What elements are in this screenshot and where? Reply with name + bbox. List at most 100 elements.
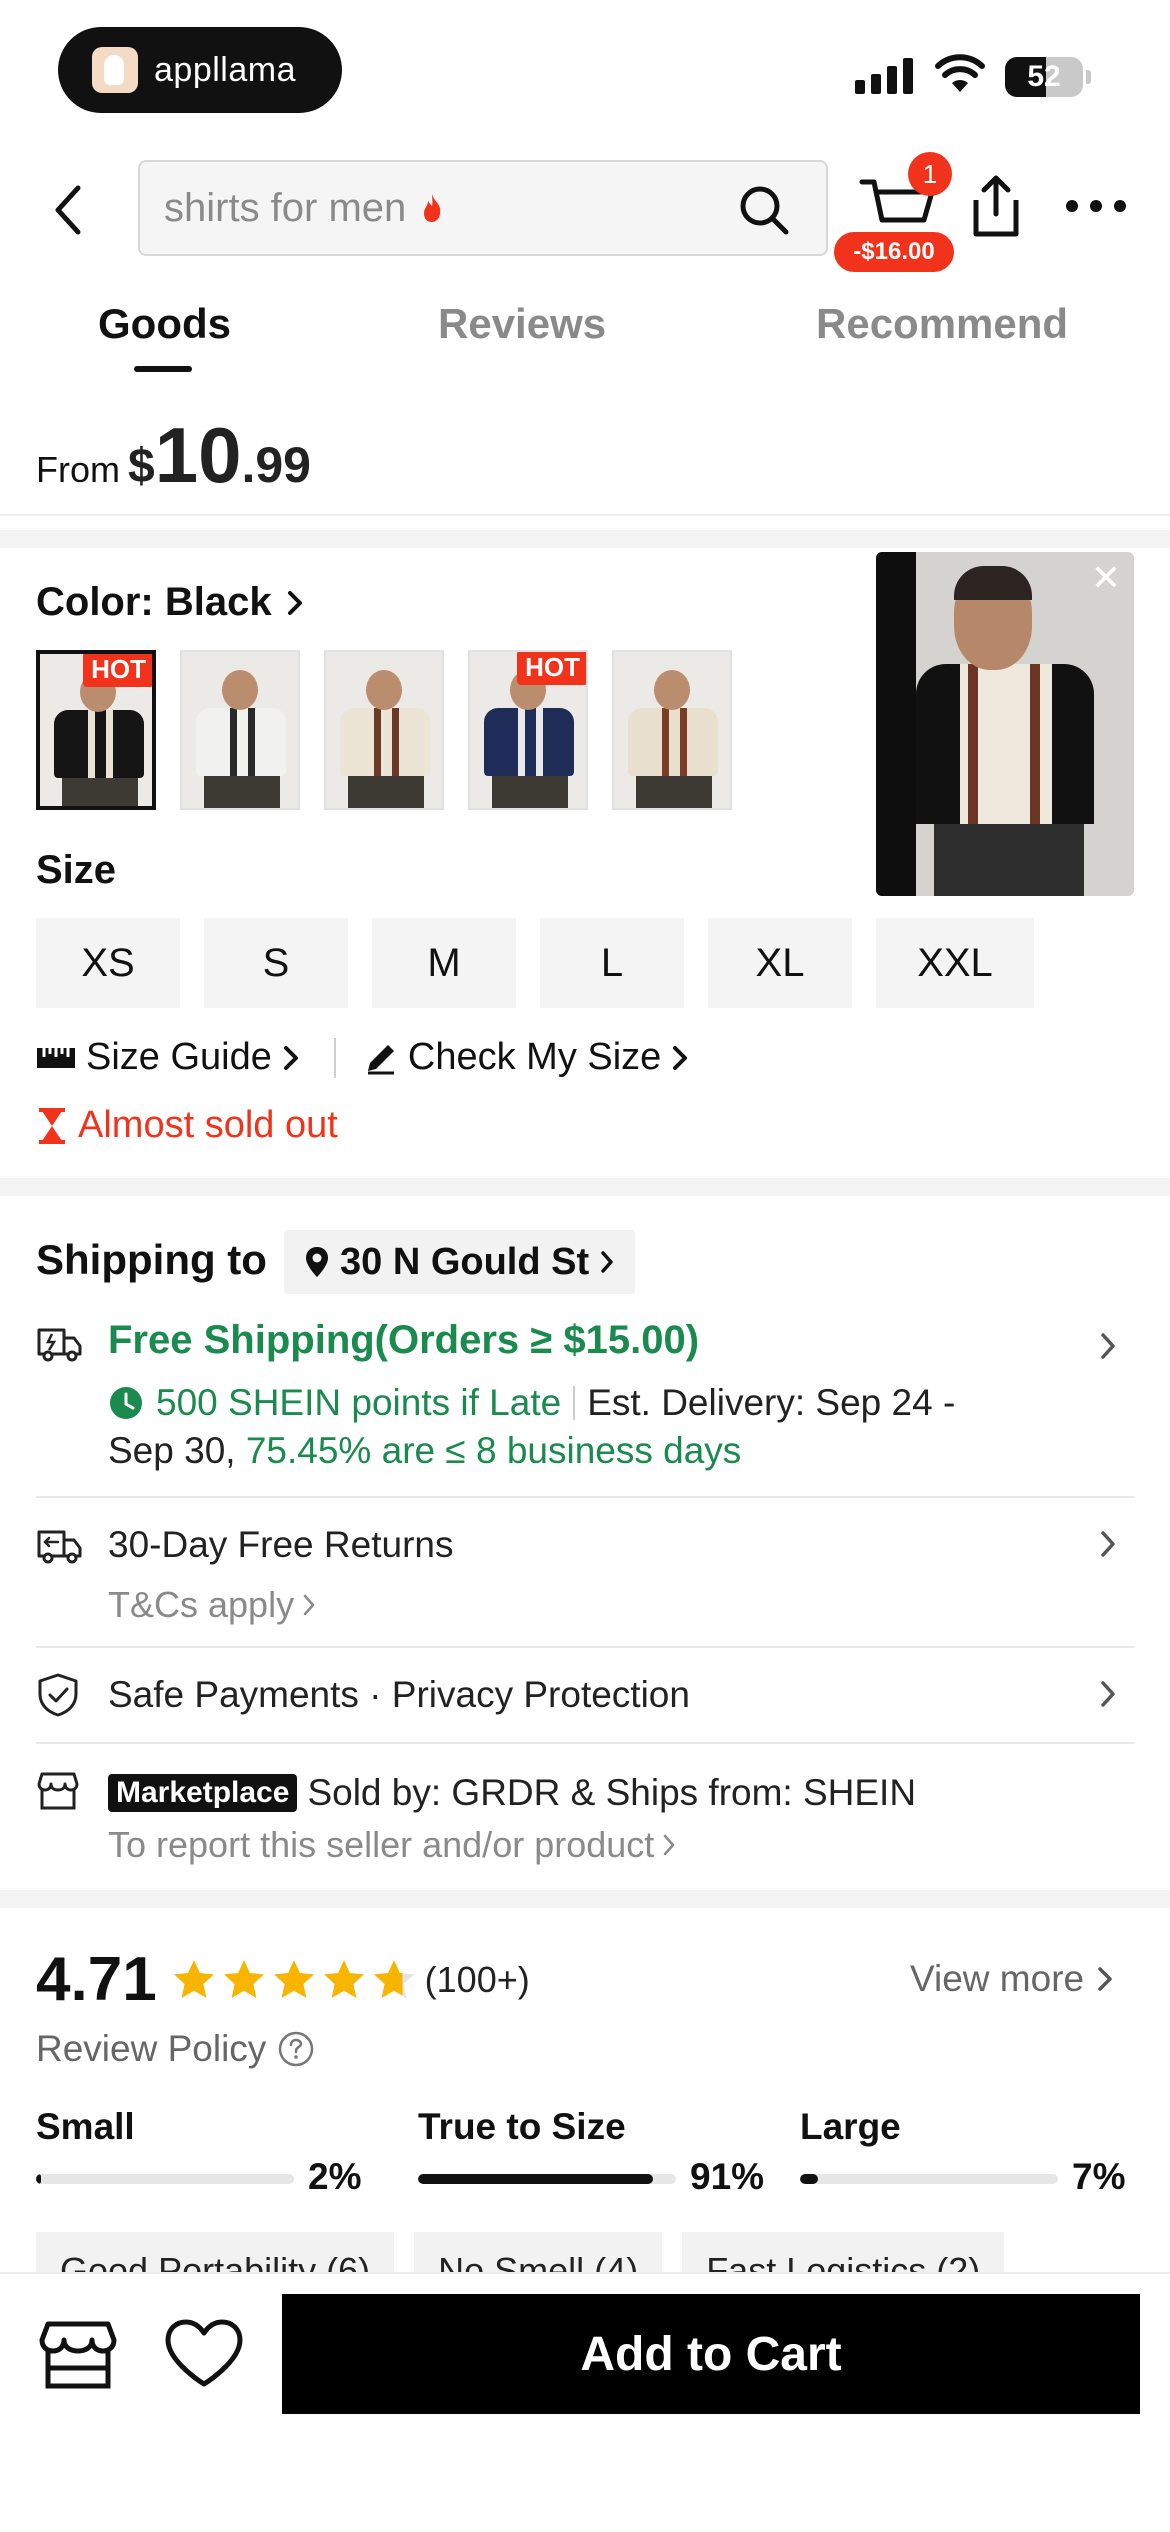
top-header: shirts for men 1 -$16.00 — [0, 150, 1170, 272]
divider — [36, 1496, 1134, 1498]
star-rating — [171, 1957, 417, 2003]
color-swatch-black[interactable]: HOT — [36, 650, 156, 810]
review-tag[interactable]: No Smell (4) — [414, 2232, 663, 2272]
fit-bar-fill — [800, 2174, 819, 2184]
fit-percent: 2% — [308, 2156, 362, 2197]
product-preview-image[interactable] — [876, 552, 1134, 896]
search-input[interactable]: shirts for men — [138, 160, 828, 256]
fit-bar — [800, 2174, 1058, 2184]
terms-link-text: T&Cs apply — [108, 1584, 295, 1625]
cart-count-badge: 1 — [908, 152, 952, 196]
size-tools: Size Guide Check My Size — [36, 1036, 689, 1079]
more-options-icon[interactable] — [1066, 200, 1126, 212]
delivery-estimate-line2: Sep 30, 75.45% are ≤ 8 business days — [108, 1430, 741, 1472]
chevron-right-icon[interactable] — [1098, 1330, 1118, 1362]
review-policy-link[interactable]: Review Policy — [36, 2028, 314, 2070]
section-gap — [0, 1178, 1170, 1196]
back-arrow-icon[interactable] — [48, 182, 88, 238]
shield-check-icon — [38, 1673, 78, 1717]
size-option-xl[interactable]: XL — [708, 918, 852, 1008]
color-swatch-apricot[interactable] — [324, 650, 444, 810]
fit-large: Large 7% — [800, 2106, 1170, 2197]
star-icon — [273, 1959, 314, 1998]
add-to-cart-button[interactable]: Add to Cart — [282, 2294, 1140, 2414]
shipping-address: 30 N Gould St — [340, 1240, 590, 1283]
battery-level: 52 — [1027, 60, 1061, 93]
view-more-reviews-link[interactable]: View more — [910, 1958, 1114, 2000]
tab-recommend[interactable]: Recommend — [816, 300, 1068, 348]
size-option-s[interactable]: S — [204, 918, 348, 1008]
color-swatch-beige[interactable] — [612, 650, 732, 810]
price-prefix: From — [36, 449, 120, 490]
fit-bar-fill — [36, 2174, 42, 2184]
pencil-icon — [367, 1044, 394, 1074]
chevron-right-icon — [287, 590, 302, 615]
shipping-address-selector[interactable]: 30 N Gould St — [284, 1230, 636, 1294]
color-selector-label[interactable]: Color: Black — [36, 580, 304, 625]
stock-warning: Almost sold out — [36, 1104, 338, 1147]
active-tab-indicator — [134, 366, 192, 372]
status-bar: appllama 52 — [0, 0, 1170, 140]
size-guide-link[interactable]: Size Guide — [36, 1036, 300, 1079]
hourglass-icon — [39, 1107, 65, 1144]
color-label-text: Color: Black — [36, 580, 272, 624]
divider — [36, 1646, 1134, 1648]
share-icon[interactable] — [968, 174, 1024, 240]
heart-icon[interactable] — [164, 2318, 244, 2390]
fit-bar — [418, 2174, 676, 2184]
review-tag[interactable]: Good Portability (6) — [36, 2232, 395, 2272]
battery-tip — [1086, 70, 1091, 84]
review-policy-label: Review Policy — [36, 2028, 267, 2069]
size-guide-label: Size Guide — [86, 1036, 272, 1078]
safe-payments-text[interactable]: Safe Payments · Privacy Protection — [108, 1674, 690, 1716]
review-tag[interactable]: Fast Logistics (2) — [682, 2232, 1005, 2272]
app-label-pill: appllama — [58, 27, 342, 113]
search-icon[interactable] — [738, 184, 790, 236]
chevron-right-icon[interactable] — [1098, 1528, 1118, 1560]
close-preview-icon[interactable]: ✕ — [1086, 558, 1126, 598]
size-option-m[interactable]: M — [372, 918, 516, 1008]
report-seller-text: To report this seller and/or product — [108, 1824, 655, 1865]
tab-reviews[interactable]: Reviews — [438, 300, 606, 348]
rating-summary: 4.71 (100+) — [36, 1944, 530, 2015]
tab-goods[interactable]: Goods — [98, 300, 231, 348]
bottom-action-bar: Add to Cart — [0, 2272, 1170, 2532]
color-swatch-navy[interactable]: HOT — [468, 650, 588, 810]
view-more-label: View more — [910, 1958, 1085, 1999]
return-truck-icon — [37, 1530, 82, 1564]
star-icon — [373, 1959, 414, 1998]
free-returns-text[interactable]: 30-Day Free Returns — [108, 1524, 453, 1566]
chevron-right-icon[interactable] — [1098, 1678, 1118, 1710]
check-my-size-label: Check My Size — [407, 1036, 662, 1078]
delivery-estimate: 500 SHEIN points if Late Est. Delivery: … — [108, 1382, 955, 1424]
section-gap — [0, 1890, 1170, 1908]
check-my-size-link[interactable]: Check My Size — [364, 1036, 689, 1079]
marketplace-badge: Marketplace — [108, 1774, 298, 1812]
fit-label: Large — [800, 2106, 901, 2147]
size-option-xxl[interactable]: XXL — [876, 918, 1034, 1008]
seller-info[interactable]: Marketplace Sold by: GRDR & Ships from: … — [108, 1772, 916, 1814]
cart-price-badge: -$16.00 — [834, 232, 954, 272]
fit-label: True to Size — [418, 2106, 626, 2147]
on-time-rate: 75.45% are ≤ 8 business days — [245, 1430, 742, 1471]
free-shipping-text[interactable]: Free Shipping(Orders ≥ $15.00) — [108, 1318, 699, 1363]
seller-text: Sold by: GRDR & Ships from: SHEIN — [307, 1772, 917, 1813]
product-tabs: Goods Reviews Recommend — [0, 300, 1170, 380]
size-option-l[interactable]: L — [540, 918, 684, 1008]
stock-warning-text: Almost sold out — [78, 1104, 338, 1146]
size-option-xs[interactable]: XS — [36, 918, 180, 1008]
location-pin-icon — [306, 1247, 328, 1277]
shipping-to-label: Shipping to — [36, 1236, 267, 1283]
fit-bar — [36, 2174, 294, 2184]
store-icon[interactable] — [38, 2318, 118, 2392]
chevron-right-icon — [1098, 1967, 1112, 1991]
report-seller-link[interactable]: To report this seller and/or product — [108, 1824, 676, 1866]
app-name: appllama — [154, 50, 296, 89]
cellular-signal-icon — [855, 58, 913, 94]
terms-link[interactable]: T&Cs apply — [108, 1584, 316, 1626]
fit-label: Small — [36, 2106, 135, 2147]
chevron-right-icon — [283, 1045, 298, 1070]
clock-icon — [110, 1387, 142, 1419]
ruler-icon — [37, 1047, 75, 1068]
color-swatch-white[interactable] — [180, 650, 300, 810]
